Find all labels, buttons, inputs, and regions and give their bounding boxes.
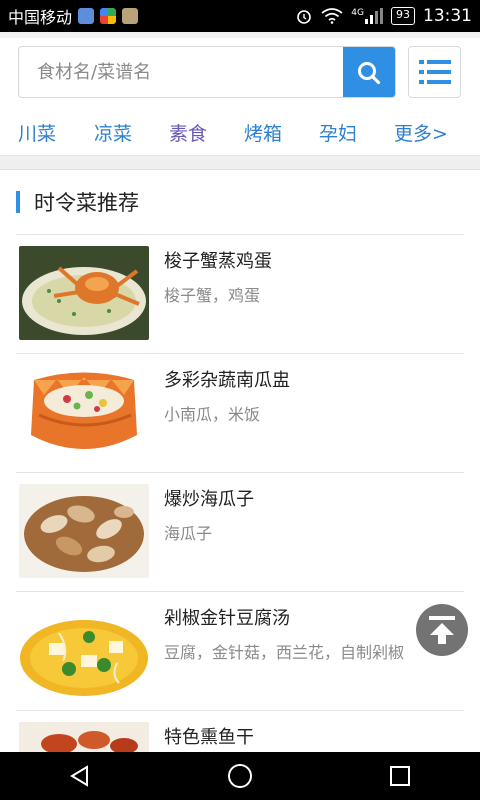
header: 川菜 凉菜 素食 烤箱 孕妇 更多> xyxy=(0,32,480,156)
clock: 13:31 xyxy=(423,6,472,26)
recipe-ingredients: 小南瓜，米饭 xyxy=(164,405,261,424)
recipe-title: 爆炒海瓜子 xyxy=(164,489,254,510)
recipe-thumbnail xyxy=(19,365,149,459)
recipe-item[interactable]: 多彩杂蔬南瓜盅 小南瓜，米饭 xyxy=(16,354,464,473)
recipe-title: 特色熏鱼干 xyxy=(164,727,254,748)
signal-icon xyxy=(365,8,383,24)
category-vegetarian[interactable]: 素食 xyxy=(169,119,207,146)
back-triangle-icon xyxy=(70,765,88,787)
section-accent-bar xyxy=(16,191,20,213)
arrow-up-to-top-icon xyxy=(429,616,455,644)
system-nav-bar xyxy=(0,752,480,800)
search-bar xyxy=(18,46,396,98)
list-icon xyxy=(418,60,451,84)
wifi-icon xyxy=(321,8,343,24)
app-notification-icon xyxy=(78,8,95,24)
recipe-thumbnail xyxy=(19,484,149,578)
recipe-thumbnail xyxy=(19,246,149,340)
recipe-title: 梭子蟹蒸鸡蛋 xyxy=(164,251,272,272)
search-icon xyxy=(358,62,381,85)
category-sichuan[interactable]: 川菜 xyxy=(18,119,56,146)
recipe-ingredients: 豆腐，金针菇，西兰花，自制剁椒 xyxy=(164,643,405,662)
carrier-label: 中国移动 xyxy=(8,8,73,27)
play-store-icon xyxy=(100,8,117,24)
back-button[interactable] xyxy=(50,752,110,800)
status-bar: 中国移动 4G 93 13:31 xyxy=(0,0,480,32)
recipe-item[interactable]: 剁椒金针豆腐汤 豆腐，金针菇，西兰花，自制剁椒 xyxy=(16,592,464,711)
home-button[interactable] xyxy=(210,752,270,800)
category-menu-button[interactable] xyxy=(408,46,461,98)
search-input[interactable] xyxy=(19,47,343,97)
category-cold-dish[interactable]: 凉菜 xyxy=(94,119,132,146)
recipe-ingredients: 梭子蟹，鸡蛋 xyxy=(164,286,261,305)
recipe-item[interactable]: 爆炒海瓜子 海瓜子 xyxy=(16,473,464,592)
recipe-thumbnail xyxy=(19,603,149,697)
recipe-list: 梭子蟹蒸鸡蛋 梭子蟹，鸡蛋 多彩杂蔬南瓜盅 小南瓜，米饭 爆炒海瓜子 海瓜子 剁… xyxy=(16,235,464,800)
category-tabs: 川菜 凉菜 素食 烤箱 孕妇 更多> xyxy=(0,116,480,148)
network-type-label: 4G xyxy=(351,8,364,18)
category-oven[interactable]: 烤箱 xyxy=(244,119,282,146)
recipe-ingredients: 海瓜子 xyxy=(164,524,213,543)
recipe-item[interactable]: 梭子蟹蒸鸡蛋 梭子蟹，鸡蛋 xyxy=(16,235,464,354)
section-header: 时令菜推荐 xyxy=(16,186,139,218)
search-button[interactable] xyxy=(343,47,395,97)
section-divider xyxy=(0,156,480,170)
home-circle-icon xyxy=(228,764,252,788)
category-pregnancy[interactable]: 孕妇 xyxy=(319,119,357,146)
recents-square-icon xyxy=(390,766,410,786)
section-title: 时令菜推荐 xyxy=(34,191,139,215)
gallery-icon xyxy=(122,8,139,24)
recipe-title: 多彩杂蔬南瓜盅 xyxy=(164,370,290,391)
battery-indicator: 93 xyxy=(391,7,415,25)
category-more[interactable]: 更多> xyxy=(394,119,448,146)
recents-button[interactable] xyxy=(370,752,430,800)
back-to-top-button[interactable] xyxy=(416,604,468,656)
alarm-icon xyxy=(297,10,312,24)
recipe-title: 剁椒金针豆腐汤 xyxy=(164,608,290,629)
